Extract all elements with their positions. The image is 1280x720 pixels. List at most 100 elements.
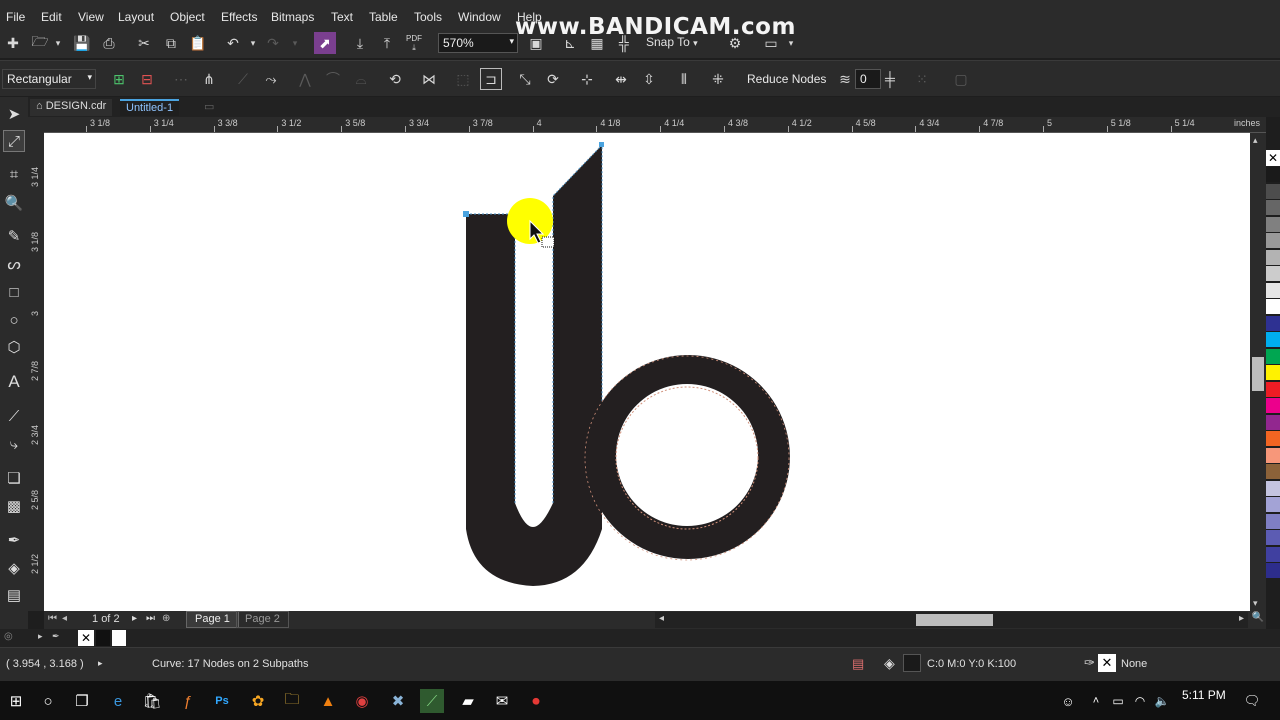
palette-swatch[interactable] [1266, 266, 1280, 281]
menu-text[interactable]: Text [331, 10, 353, 24]
to-line-icon[interactable]: ⟋ [232, 68, 254, 90]
publish-pdf-icon[interactable]: PDF ⤓ [403, 32, 425, 54]
show-rulers-icon[interactable]: ⊾ [559, 32, 581, 54]
fill-color-swatch[interactable] [903, 654, 921, 672]
tray-expand-icon[interactable]: ˄ [1084, 689, 1108, 713]
node-options-icon[interactable]: ⁙ [911, 68, 933, 90]
palette-swatch[interactable] [1266, 348, 1280, 364]
doc-no-color-swatch[interactable]: ✕ [78, 630, 94, 646]
join-nodes-icon[interactable]: ⋯ [170, 68, 192, 90]
last-page-icon[interactable]: ⏭ [146, 613, 155, 624]
elastic-mode-icon[interactable]: ⫴ [673, 68, 695, 90]
menu-tools[interactable]: Tools [414, 10, 442, 24]
letter-o-ring[interactable] [585, 355, 790, 559]
doc-black-swatch[interactable] [96, 630, 110, 646]
palette-swatch[interactable] [1266, 480, 1280, 496]
freehand-tool-icon[interactable]: ✎ [3, 225, 25, 247]
palette-swatch[interactable] [1266, 513, 1280, 529]
windows-start-icon[interactable]: ⊞ [4, 689, 28, 713]
menu-object[interactable]: Object [170, 10, 205, 24]
vertical-scroll-thumb[interactable] [1252, 357, 1264, 391]
redo-dropdown-icon[interactable]: ▾ [284, 32, 306, 54]
horizontal-scroll-thumb[interactable] [916, 614, 993, 626]
palette-swatch[interactable] [1266, 365, 1280, 380]
parallel-dimension-icon[interactable]: ⟋ [3, 405, 25, 427]
reverse-direction-icon[interactable]: ⟲ [384, 68, 406, 90]
application-launcher-icon[interactable]: ▭ [760, 32, 782, 54]
battery-icon[interactable]: ▭ [1106, 689, 1130, 713]
palette-options-icon[interactable]: ◎ [4, 631, 13, 642]
palette-swatch[interactable] [1266, 398, 1280, 413]
new-document-icon[interactable]: ✚ [2, 32, 24, 54]
add-page-icon[interactable]: ⊕ [162, 613, 170, 624]
page-tab-1[interactable]: Page 1 [186, 611, 239, 628]
action-center-icon[interactable]: 🗨 [1240, 689, 1264, 713]
menu-edit[interactable]: Edit [41, 10, 62, 24]
rectangle-tool-icon[interactable]: □ [3, 281, 25, 303]
import-icon[interactable]: ⤓ [349, 32, 371, 54]
eyedropper-tool-icon[interactable]: ✒ [3, 529, 25, 551]
cusp-node-icon[interactable]: ⋀ [294, 68, 316, 90]
extract-subpath-icon[interactable]: ⬚ [452, 68, 474, 90]
horizontal-scrollbar[interactable]: ◂ ▸ [655, 612, 1248, 628]
stretch-nodes-icon[interactable]: ⤡ [514, 68, 536, 90]
vertical-scrollbar[interactable]: ▴ ▾ [1250, 133, 1266, 611]
smoothness-slider-icon[interactable]: ╪ [879, 68, 901, 90]
drawing-canvas[interactable] [44, 133, 1250, 611]
delete-node-icon[interactable]: ⊟ [136, 68, 158, 90]
edge-browser-icon[interactable]: e [106, 689, 130, 713]
open-dropdown-icon[interactable]: ▾ [47, 32, 69, 54]
launcher-dropdown-icon[interactable]: ▾ [780, 32, 802, 54]
page-tab-2[interactable]: Page 2 [236, 611, 289, 628]
corel-connect-icon[interactable]: ⬈ [314, 32, 336, 54]
snap-to-dropdown[interactable]: Snap To ▾ [646, 35, 698, 49]
undo-dropdown-icon[interactable]: ▾ [242, 32, 264, 54]
to-curve-icon[interactable]: ⤳ [260, 68, 282, 90]
menu-file[interactable]: File [6, 10, 25, 24]
crop-tool-icon[interactable]: ⌗ [3, 163, 25, 185]
reflect-horizontal-icon[interactable]: ⇹ [610, 68, 632, 90]
palette-swatch[interactable] [1266, 167, 1280, 182]
palette-swatch[interactable] [1266, 381, 1280, 397]
tab-untitled[interactable]: Untitled-1 [120, 99, 180, 116]
menu-bitmaps[interactable]: Bitmaps [271, 10, 314, 24]
reflect-vertical-icon[interactable]: ⇳ [638, 68, 660, 90]
eyedropper-icon[interactable]: ✒ [52, 631, 60, 642]
palette-swatch[interactable] [1266, 332, 1280, 347]
first-page-icon[interactable]: ⏮ [48, 613, 57, 624]
node-handle-top-left[interactable] [463, 211, 469, 217]
ellipse-tool-icon[interactable]: ○ [3, 309, 25, 331]
palette-scroll-icon[interactable]: ▸ [38, 631, 43, 642]
zoom-tool-icon[interactable]: 🔍 [3, 192, 25, 214]
symmetrical-node-icon[interactable]: ⌓ [350, 68, 372, 90]
palette-swatch[interactable] [1266, 464, 1280, 479]
menu-window[interactable]: Window [458, 10, 501, 24]
extend-curve-icon[interactable]: ⋈ [418, 68, 440, 90]
no-color-swatch[interactable]: ✕ [1266, 150, 1280, 166]
scroll-down-icon[interactable]: ▾ [1253, 598, 1258, 609]
palette-swatch[interactable] [1266, 414, 1280, 430]
connector-tool-icon[interactable]: ⤷ [3, 433, 25, 455]
pick-tool-icon[interactable]: ➤ [3, 103, 25, 125]
color-profile-icon[interactable]: ▤ [852, 656, 864, 672]
tools-app-icon[interactable]: ✖ [386, 689, 410, 713]
scroll-right-icon[interactable]: ▸ [1239, 613, 1244, 624]
notes-app-icon[interactable]: ▰ [456, 689, 480, 713]
tab-design[interactable]: ⌂ DESIGN.cdr [30, 99, 113, 116]
outline-none-swatch[interactable]: ✕ [1098, 654, 1116, 672]
media-app-icon[interactable]: ◉ [350, 689, 374, 713]
menu-help[interactable]: Help [517, 10, 542, 24]
add-tab-icon[interactable]: ▭ [198, 99, 220, 116]
add-node-icon[interactable]: ⊞ [108, 68, 130, 90]
store-icon[interactable]: 🛍 [140, 689, 164, 713]
export-icon[interactable]: ⤒ [376, 32, 398, 54]
palette-swatch[interactable] [1266, 200, 1280, 215]
palette-swatch[interactable] [1266, 299, 1280, 314]
network-icon[interactable]: ◠ [1128, 689, 1152, 713]
coreldraw-taskbar-icon[interactable]: ⟋ [420, 689, 444, 713]
transform-nodes-icon[interactable]: ▢ [950, 68, 972, 90]
status-expand-icon[interactable]: ▸ [98, 658, 103, 669]
previous-page-icon[interactable]: ◂ [62, 613, 67, 624]
select-all-nodes-icon[interactable]: ⁜ [707, 68, 729, 90]
ruler-origin[interactable] [28, 117, 44, 133]
